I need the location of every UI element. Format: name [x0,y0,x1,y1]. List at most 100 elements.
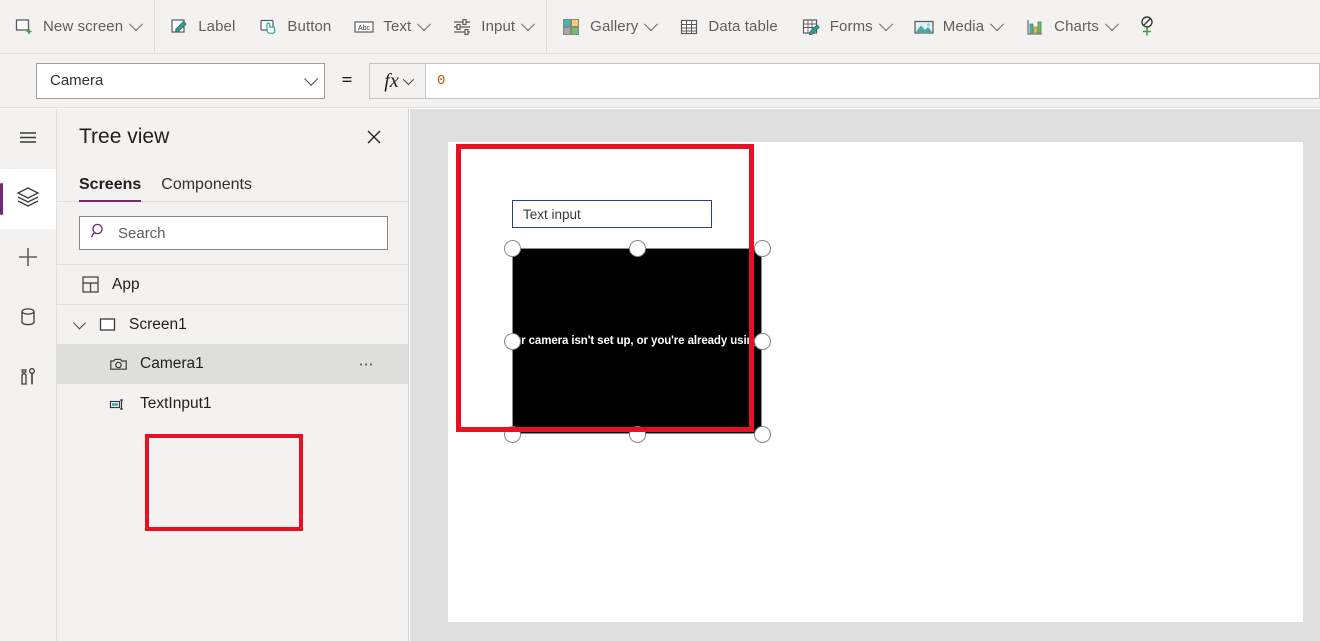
screen-icon [96,314,118,336]
button-button[interactable]: Button [246,8,342,46]
tree-node-screen1[interactable]: Screen1 [57,304,408,344]
toolbar-group-screens: New screen [0,0,155,53]
button-icon [257,16,279,38]
insert-button[interactable] [0,229,56,289]
gallery-label: Gallery [590,18,638,35]
chevron-down-icon [1105,17,1119,31]
new-screen-icon [13,16,35,38]
input-label: Input [481,18,515,35]
input-icon [451,16,473,38]
advanced-button[interactable] [0,349,56,409]
database-icon [15,304,41,335]
chevron-down-icon [129,17,143,31]
data-button[interactable] [0,289,56,349]
chevron-down-icon [417,17,431,31]
tab-screens[interactable]: Screens [79,176,141,201]
chevron-down-icon[interactable] [73,317,86,330]
formula-value: 0 [437,73,445,89]
chevron-down-icon [990,17,1004,31]
data-table-label: Data table [708,18,777,35]
close-button[interactable] [360,123,388,151]
resize-handle-middle-left[interactable] [504,333,521,350]
canvas-text-input-value: Text input [523,207,581,222]
forms-button[interactable]: Forms [789,8,902,46]
text-icon: Abc [353,16,375,38]
new-screen-label: New screen [43,18,123,35]
data-table-icon [678,16,700,38]
resize-handle-top-center[interactable] [629,240,646,257]
text-button[interactable]: Abc Text [342,8,440,46]
text-input-icon [107,393,129,415]
formula-input[interactable]: 0 [425,63,1320,99]
search-input[interactable]: Search [79,216,388,250]
hamburger-icon [15,124,41,155]
tree-view-button[interactable] [0,169,56,229]
icons-icon [1136,16,1158,38]
canvas-camera-control[interactable]: Your camera isn't set up, or you're alre… [512,248,762,434]
plus-icon [15,244,41,275]
app-icon [79,274,101,296]
forms-label: Forms [830,18,873,35]
forms-icon [800,16,822,38]
tree-view-panel: Tree view Screens Components Search [57,109,409,641]
property-selector[interactable]: Camera [36,63,325,99]
tree-node-label: Screen1 [129,316,187,334]
media-label: Media [943,18,984,35]
data-table-button[interactable]: Data table [667,8,788,46]
tree-node-label: TextInput1 [140,395,212,413]
tab-components[interactable]: Components [161,176,252,201]
media-button[interactable]: Media [902,8,1013,46]
tree-view-header: Tree view [57,109,408,165]
formula-bar: Camera = fx 0 [0,54,1320,108]
hamburger-menu-button[interactable] [0,109,56,169]
chevron-down-icon [304,71,318,85]
context-menu-button[interactable]: ⋯ [359,357,377,372]
tree-node-camera1[interactable]: Camera1 ⋯ [57,344,408,384]
label-icon [168,16,190,38]
canvas-text-input[interactable]: Text input [512,200,712,228]
search-container: Search [57,202,408,250]
icons-button[interactable] [1128,8,1162,46]
label-label: Label [198,18,235,35]
insert-toolbar: New screen Label [0,0,1320,54]
tree-node-textinput1[interactable]: TextInput1 [57,384,408,424]
search-placeholder: Search [118,225,166,242]
button-label: Button [287,18,331,35]
resize-handle-middle-right[interactable] [754,333,771,350]
new-screen-button[interactable]: New screen [2,8,152,46]
gallery-icon [560,16,582,38]
tree-annotation-box [145,434,303,531]
layers-icon [15,184,41,215]
chevron-down-icon [879,17,893,31]
chevron-down-icon [644,17,658,31]
tools-icon [15,364,41,395]
gallery-button[interactable]: Gallery [549,8,667,46]
chevron-down-icon [521,17,535,31]
charts-button[interactable]: Charts [1013,8,1128,46]
tree-view-tabs: Screens Components [57,165,408,202]
tree-node-label: Camera1 [140,355,204,373]
toolbar-group-basic: Label Button Abc Text [155,0,547,53]
label-button[interactable]: Label [157,8,246,46]
input-button[interactable]: Input [440,8,544,46]
tree-node-list: App Screen1 Camera1 [57,264,408,424]
charts-label: Charts [1054,18,1099,35]
resize-handle-bottom-left[interactable] [504,426,521,443]
app-screen-canvas[interactable]: Text input Your camera isn't set up, or … [448,142,1303,622]
powerapps-studio: New screen Label [0,0,1320,641]
text-label: Text [383,18,411,35]
chevron-down-icon [402,73,413,84]
tree-node-label: App [112,276,140,294]
canvas-area: Text input Your camera isn't set up, or … [410,109,1320,641]
resize-handle-top-left[interactable] [504,240,521,257]
property-selector-value: Camera [50,72,304,89]
camera-icon [107,353,129,375]
fx-button[interactable]: fx [369,63,425,99]
tree-node-app[interactable]: App [57,264,408,304]
resize-handle-bottom-center[interactable] [629,426,646,443]
left-rail [0,109,57,641]
media-icon [913,16,935,38]
resize-handle-top-right[interactable] [754,240,771,257]
resize-handle-bottom-right[interactable] [754,426,771,443]
camera-error-message: Your camera isn't set up, or you're alre… [501,335,774,347]
